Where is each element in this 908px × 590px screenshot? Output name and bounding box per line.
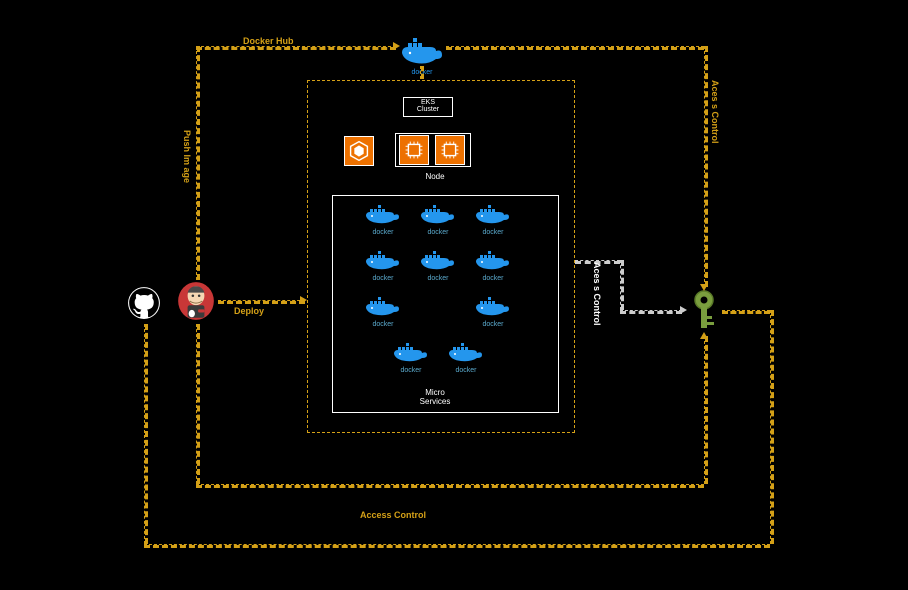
- aws-ec2-icon-2: [435, 135, 465, 165]
- line-push-vertical: [196, 46, 200, 280]
- services-label: Services: [405, 397, 465, 406]
- docker-container-6: docker: [470, 250, 516, 282]
- line-hub-to-cluster: [420, 66, 424, 79]
- arrow-bottom-key-head-inner: [700, 332, 708, 339]
- aws-ec2-icon-1: [399, 135, 429, 165]
- line-bottom-key-v-inner: [704, 336, 708, 484]
- aws-eks-icon: [344, 136, 374, 166]
- line-hub-key-h: [446, 46, 704, 50]
- access-control-top-right: Aces s Control: [710, 80, 720, 144]
- docker-container-1: docker: [360, 204, 406, 236]
- line-bottom-key-h-outer: [722, 310, 770, 314]
- docker-container-10: docker: [443, 342, 489, 374]
- line-hub-key-v: [704, 46, 708, 287]
- line-github-bottom-v: [144, 324, 148, 544]
- line-bottom-key-v-outer: [770, 310, 774, 544]
- deploy-label: Deploy: [234, 306, 264, 316]
- docker-container-4: docker: [360, 250, 406, 282]
- github-icon: [127, 286, 161, 320]
- arrow-hub-key-head: [700, 284, 708, 291]
- jenkins-icon: [175, 280, 217, 322]
- line-bottom-h-inner: [196, 484, 704, 488]
- docker-container-9: docker: [388, 342, 434, 374]
- line-cluster-key-v: [620, 260, 624, 310]
- docker-container-8: docker: [470, 296, 516, 328]
- line-jenkins-bottom-v: [196, 324, 200, 484]
- arrow-deploy-head: [300, 296, 307, 304]
- docker-container-5: docker: [415, 250, 461, 282]
- eks-cluster-label-box: EKS Cluster: [403, 97, 453, 117]
- access-control-mid-right: Aces s Control: [592, 262, 602, 326]
- arrow-cluster-key-head: [680, 306, 687, 314]
- line-cluster-key-h2: [620, 310, 682, 314]
- arrow-push-head: [393, 42, 400, 50]
- docker-container-3: docker: [470, 204, 516, 236]
- arrow-deploy: [218, 300, 305, 304]
- docker-container-7: docker: [360, 296, 406, 328]
- docker-container-2: docker: [415, 204, 461, 236]
- cluster-text: Cluster: [405, 106, 451, 113]
- push-image-label: Push Im age: [182, 130, 192, 183]
- node-label: Node: [405, 172, 465, 181]
- key-icon: [690, 290, 718, 332]
- access-control-bottom: Access Control: [360, 510, 426, 520]
- line-bottom-h-outer: [144, 544, 770, 548]
- docker-hub-label: Docker Hub: [243, 36, 294, 46]
- docker-hub-icon: docker: [400, 35, 444, 65]
- micro-label: Micro: [405, 388, 465, 397]
- line-push-horizontal: [196, 46, 396, 50]
- eks-text: EKS: [405, 99, 451, 106]
